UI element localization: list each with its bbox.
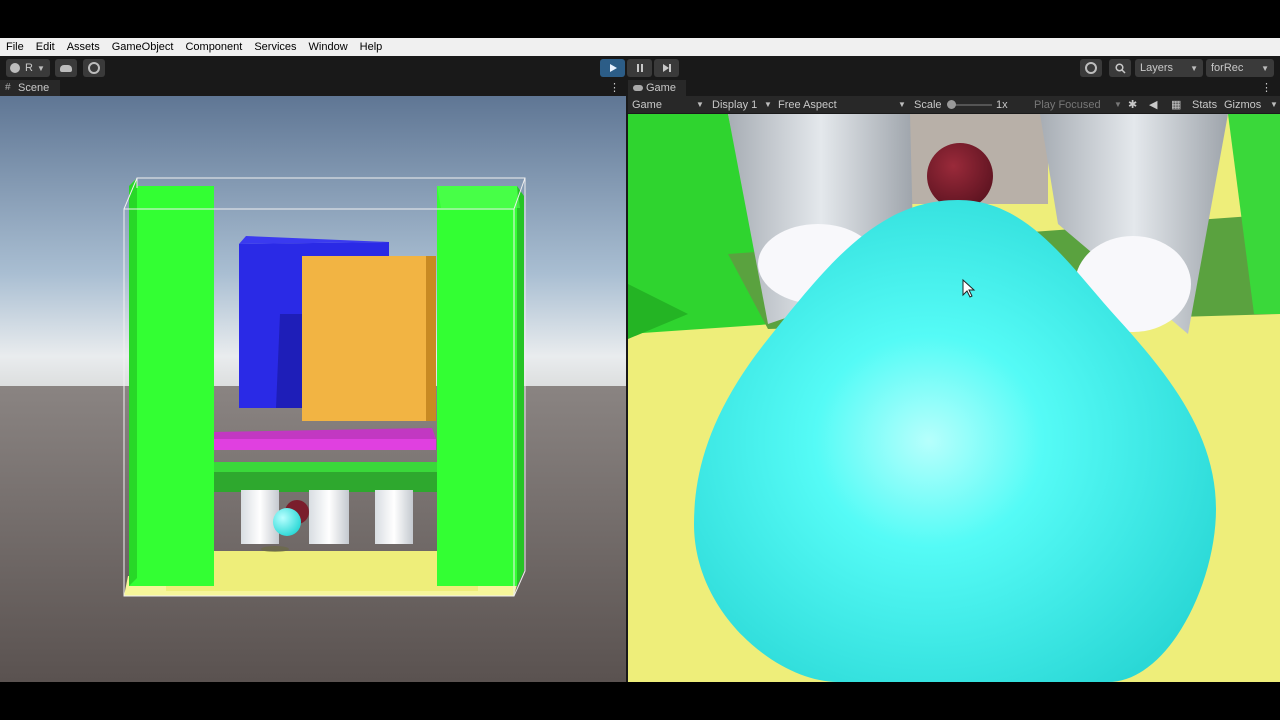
- cloud-button[interactable]: [55, 59, 77, 77]
- menu-help[interactable]: Help: [354, 38, 389, 56]
- display-label: Display 1: [712, 99, 758, 111]
- chevron-down-icon: ▼: [1190, 63, 1198, 73]
- magenta-platform: [210, 439, 436, 450]
- right-green-wall-side: [517, 186, 524, 586]
- orange-block-side: [426, 256, 436, 421]
- gizmos-button[interactable]: Gizmos: [1224, 96, 1261, 114]
- gamepad-icon: [633, 85, 643, 91]
- chevron-down-icon[interactable]: ▼: [1270, 96, 1278, 114]
- blue-block-shadow: [276, 314, 305, 408]
- letterbox-bottom: [0, 682, 1280, 720]
- step-button[interactable]: [654, 59, 679, 77]
- chevron-down-icon: ▼: [36, 63, 45, 73]
- chevron-down-icon: ▼: [1261, 63, 1269, 73]
- tab-scene[interactable]: # Scene: [0, 80, 60, 96]
- audio-icon[interactable]: ◀: [1149, 96, 1157, 114]
- scene-viewport[interactable]: [0, 96, 626, 682]
- history-button[interactable]: [1080, 59, 1102, 77]
- history-icon: [1085, 62, 1097, 74]
- scene-more-icon[interactable]: ⋮: [609, 80, 620, 96]
- pillar-3: [375, 490, 413, 544]
- back-green-bar: [212, 470, 438, 492]
- ball-shadow: [261, 546, 289, 552]
- chevron-down-icon: ▼: [764, 100, 772, 109]
- layout-label: forRec: [1211, 62, 1244, 74]
- scene-hash-icon: #: [5, 82, 11, 93]
- scene-tab-strip: # Scene ⋮: [0, 80, 626, 96]
- search-button[interactable]: [1109, 59, 1131, 77]
- play-focused-dropdown[interactable]: Play Focused ▼: [1034, 96, 1122, 114]
- menu-edit[interactable]: Edit: [30, 38, 61, 56]
- scene-cyan-ball: [273, 508, 301, 536]
- scale-value: 1x: [996, 99, 1008, 111]
- menu-gameobject[interactable]: GameObject: [106, 38, 180, 56]
- game-mode-dropdown[interactable]: Game ▼: [632, 96, 704, 114]
- account-dropdown[interactable]: R ▼: [6, 59, 50, 77]
- tab-game[interactable]: Game: [628, 80, 686, 96]
- tab-scene-label: Scene: [18, 82, 50, 94]
- collab-icon: [88, 62, 100, 74]
- pillar-2: [309, 490, 349, 544]
- search-icon: [1114, 62, 1126, 74]
- main-toolbar: R ▼ Layers ▼ forRec ▼: [0, 56, 1280, 80]
- cloud-icon: [60, 64, 72, 72]
- game-mode-label: Game: [632, 99, 662, 111]
- pause-icon: [636, 64, 643, 72]
- menu-bar: File Edit Assets GameObject Component Se…: [0, 38, 1280, 56]
- menu-window[interactable]: Window: [303, 38, 354, 56]
- right-wall-top: [437, 186, 520, 208]
- menu-component[interactable]: Component: [179, 38, 248, 56]
- play-button[interactable]: [600, 59, 625, 77]
- chevron-down-icon: ▼: [696, 100, 704, 109]
- scene-view[interactable]: [0, 96, 626, 682]
- left-green-wall: [129, 186, 214, 586]
- game-viewport[interactable]: [628, 114, 1280, 682]
- play-focused-label: Play Focused: [1034, 99, 1101, 111]
- layout-dropdown[interactable]: forRec ▼: [1206, 59, 1274, 77]
- left-green-wall-side: [129, 178, 137, 586]
- grid-icon[interactable]: ▦: [1171, 96, 1181, 114]
- menu-file[interactable]: File: [0, 38, 30, 56]
- back-green-bar-top: [212, 462, 438, 472]
- menu-services[interactable]: Services: [248, 38, 302, 56]
- pillar-1: [241, 490, 279, 544]
- layers-dropdown[interactable]: Layers ▼: [1135, 59, 1203, 77]
- tab-game-label: Game: [646, 82, 676, 94]
- account-label: R: [25, 62, 33, 74]
- pause-button[interactable]: [627, 59, 652, 77]
- scale-slider[interactable]: [947, 100, 992, 109]
- bug-icon[interactable]: ✱: [1128, 96, 1137, 114]
- game-maroon-ball: [927, 143, 993, 209]
- account-icon: [10, 63, 20, 73]
- game-tab-strip: Game ⋮: [628, 80, 1280, 96]
- display-dropdown[interactable]: Display 1 ▼: [712, 96, 774, 114]
- scale-slider-handle[interactable]: [947, 100, 956, 109]
- scale-label: Scale: [914, 99, 942, 111]
- letterbox-top: [0, 0, 1280, 38]
- step-icon: [662, 64, 671, 72]
- game-view-toolbar: Game ▼ Display 1 ▼ Free Aspect ▼ Scale 1…: [628, 96, 1280, 114]
- play-icon: [609, 64, 617, 72]
- game-view[interactable]: [628, 114, 1280, 682]
- menu-assets[interactable]: Assets: [61, 38, 106, 56]
- stats-button[interactable]: Stats: [1192, 96, 1217, 114]
- chevron-down-icon: ▼: [898, 100, 906, 109]
- collab-button[interactable]: [83, 59, 105, 77]
- right-green-wall: [437, 186, 517, 586]
- aspect-dropdown[interactable]: Free Aspect ▼: [778, 96, 908, 114]
- orange-block: [302, 256, 428, 421]
- game-more-icon[interactable]: ⋮: [1261, 80, 1272, 96]
- layers-label: Layers: [1140, 62, 1174, 74]
- aspect-label: Free Aspect: [778, 99, 837, 111]
- chevron-down-icon: ▼: [1114, 100, 1122, 109]
